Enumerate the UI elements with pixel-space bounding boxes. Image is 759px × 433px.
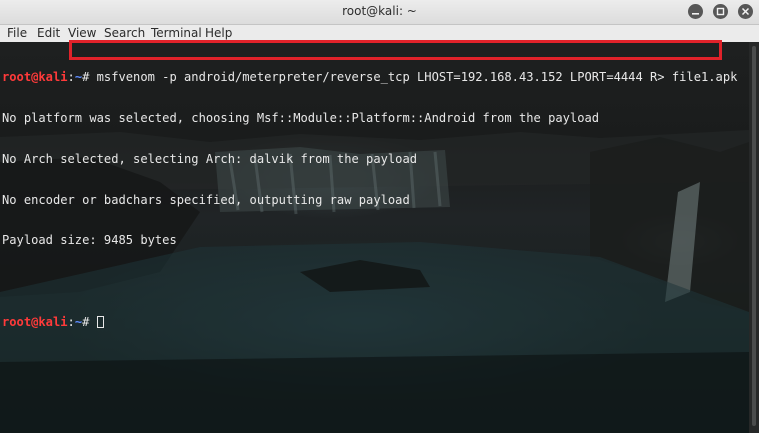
prompt-symbol: # (82, 70, 97, 85)
minimize-icon (692, 13, 699, 15)
menu-help[interactable]: Help (205, 26, 232, 40)
output-line: No Arch selected, selecting Arch: dalvik… (2, 151, 418, 166)
prompt-user: root@kali (2, 70, 68, 85)
scrollbar-thumb[interactable] (752, 46, 756, 426)
maximize-button[interactable] (713, 4, 728, 19)
output-line: No platform was selected, choosing Msf::… (2, 110, 600, 125)
window-title: root@kali: ~ (342, 4, 417, 18)
output-line: No encoder or badchars specified, output… (2, 192, 410, 207)
command-line: root@kali:~# msfvenom -p android/meterpr… (2, 70, 738, 85)
text-cursor (96, 315, 104, 328)
menu-file[interactable]: File (7, 26, 27, 40)
maximize-icon (716, 7, 725, 16)
terminal-area[interactable]: root@kali:~# msfvenom -p android/meterpr… (0, 42, 749, 433)
prompt-user: root@kali (2, 314, 68, 329)
close-button[interactable] (738, 4, 753, 19)
prompt-separator: : (67, 314, 75, 329)
menu-bar: File Edit View Search Terminal Help (0, 25, 759, 43)
title-bar[interactable]: root@kali: ~ (0, 0, 759, 25)
terminal-output: root@kali:~# msfvenom -p android/meterpr… (2, 44, 737, 357)
terminal-window: root@kali: ~ File Edit View Search Termi… (0, 0, 759, 433)
command-text: msfvenom -p android/meterpreter/reverse_… (96, 70, 738, 85)
close-icon (741, 7, 750, 16)
menu-terminal[interactable]: Terminal (151, 26, 202, 40)
menu-edit[interactable]: Edit (37, 26, 60, 40)
prompt-symbol: # (82, 314, 97, 329)
menu-search[interactable]: Search (104, 26, 145, 40)
minimize-button[interactable] (688, 4, 703, 19)
vertical-scrollbar[interactable] (749, 42, 759, 433)
prompt-separator: : (67, 70, 75, 85)
prompt-path: ~ (74, 70, 83, 85)
menu-view[interactable]: View (68, 26, 96, 40)
active-prompt-line[interactable]: root@kali:~# (2, 314, 737, 330)
prompt-path: ~ (74, 314, 83, 329)
output-line: Payload size: 9485 bytes (2, 233, 177, 248)
